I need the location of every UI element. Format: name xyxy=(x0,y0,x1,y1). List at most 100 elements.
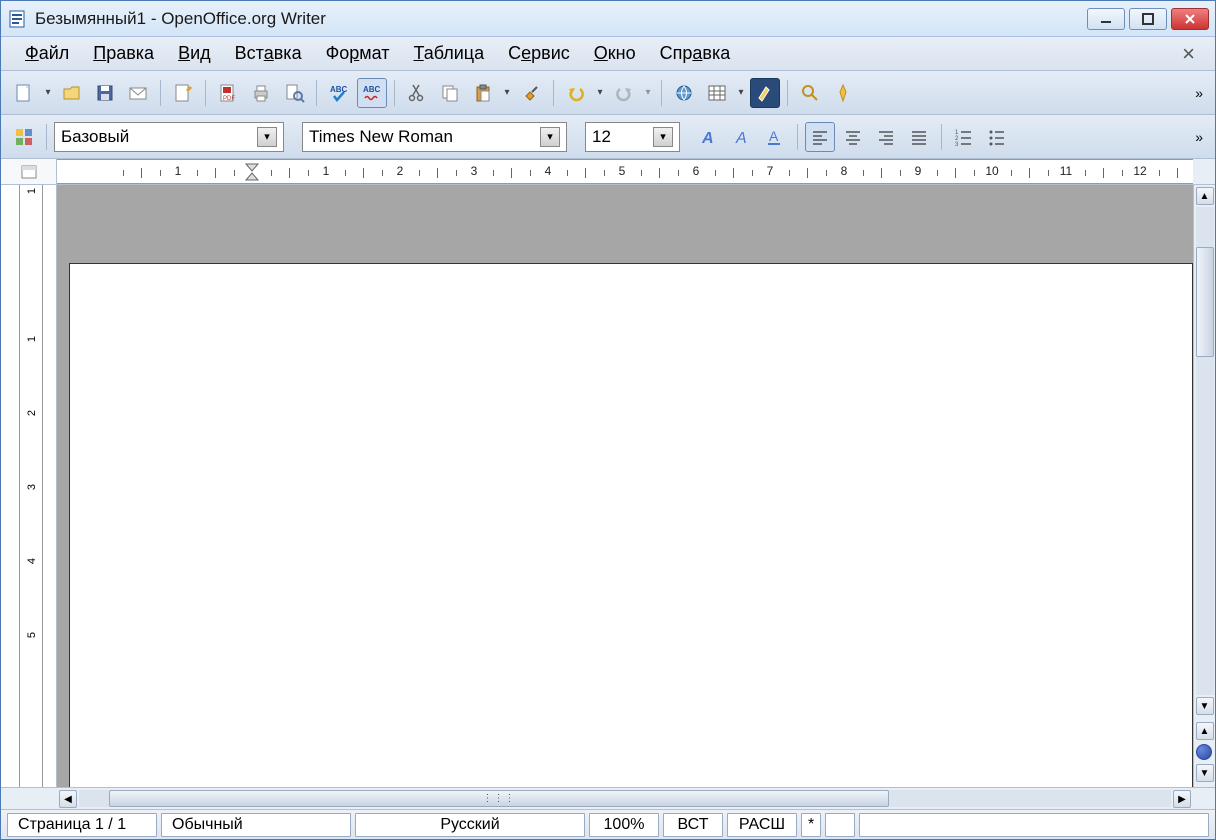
svg-text:A: A xyxy=(701,130,714,147)
undo-button[interactable] xyxy=(561,78,591,108)
scroll-down-button[interactable]: ▼ xyxy=(1196,697,1214,715)
status-page-style[interactable]: Обычный xyxy=(161,813,351,837)
menu-help[interactable]: Справка xyxy=(648,39,743,68)
format-paintbrush-button[interactable] xyxy=(516,78,546,108)
scroll-up-button[interactable]: ▲ xyxy=(1196,187,1214,205)
menu-insert[interactable]: Вставка xyxy=(223,39,314,68)
font-size-value: 12 xyxy=(592,127,647,147)
scroll-left-button[interactable]: ◀ xyxy=(59,790,77,808)
menu-view[interactable]: Вид xyxy=(166,39,223,68)
find-replace-button[interactable] xyxy=(795,78,825,108)
next-page-button[interactable]: ▼ xyxy=(1196,764,1214,782)
auto-spellcheck-button[interactable]: ABC xyxy=(357,78,387,108)
print-preview-button[interactable] xyxy=(279,78,309,108)
export-pdf-button[interactable]: PDF xyxy=(213,78,243,108)
document-viewport[interactable] xyxy=(57,185,1193,787)
hyperlink-button[interactable] xyxy=(669,78,699,108)
status-page[interactable]: Страница 1 / 1 xyxy=(7,813,157,837)
combo-dropdown-button[interactable] xyxy=(653,127,673,147)
save-button[interactable] xyxy=(90,78,120,108)
redo-button[interactable] xyxy=(609,78,639,108)
undo-dropdown[interactable] xyxy=(594,78,606,108)
svg-text:ABC: ABC xyxy=(330,85,348,94)
font-name-combo[interactable]: Times New Roman xyxy=(302,122,567,152)
scroll-track[interactable] xyxy=(1196,207,1214,695)
minimize-button[interactable] xyxy=(1087,8,1125,30)
menu-edit[interactable]: Правка xyxy=(81,39,166,68)
bullet-list-button[interactable] xyxy=(982,122,1012,152)
scroll-right-button[interactable]: ▶ xyxy=(1173,790,1191,808)
spellcheck-button[interactable]: ABC xyxy=(324,78,354,108)
show-drawbar-button[interactable] xyxy=(750,78,780,108)
separator xyxy=(394,80,395,106)
align-left-button[interactable] xyxy=(805,122,835,152)
align-justify-button[interactable] xyxy=(904,122,934,152)
toolbar-overflow[interactable]: » xyxy=(1189,85,1207,101)
menu-file[interactable]: Файл xyxy=(13,39,81,68)
status-info[interactable] xyxy=(859,813,1209,837)
styles-window-button[interactable] xyxy=(9,122,39,152)
align-center-button[interactable] xyxy=(838,122,868,152)
hscroll-track[interactable]: ⋮⋮⋮ xyxy=(79,790,1171,807)
ruler-row: 1123456789101112131415 xyxy=(1,159,1215,185)
copy-button[interactable] xyxy=(435,78,465,108)
scroll-thumb[interactable] xyxy=(1196,247,1214,357)
separator xyxy=(661,80,662,106)
separator xyxy=(553,80,554,106)
svg-text:ABC: ABC xyxy=(363,85,381,94)
redo-dropdown[interactable] xyxy=(642,78,654,108)
formatting-toolbar: Базовый Times New Roman 12 A A A 123 » xyxy=(1,115,1215,159)
vertical-ruler[interactable]: 112345 xyxy=(19,185,43,787)
status-bar: Страница 1 / 1 Обычный Русский 100% ВСТ … xyxy=(1,809,1215,839)
underline-button[interactable]: A xyxy=(760,122,790,152)
status-modified[interactable]: * xyxy=(801,813,821,837)
navigation-target-button[interactable] xyxy=(1196,744,1212,760)
bold-button[interactable]: A xyxy=(694,122,724,152)
font-size-combo[interactable]: 12 xyxy=(585,122,680,152)
email-button[interactable] xyxy=(123,78,153,108)
paste-dropdown[interactable] xyxy=(501,78,513,108)
menu-table[interactable]: Таблица xyxy=(402,39,497,68)
numbered-list-button[interactable]: 123 xyxy=(949,122,979,152)
separator xyxy=(160,80,161,106)
combo-dropdown-button[interactable] xyxy=(540,127,560,147)
ruler-corner xyxy=(1,159,57,184)
print-button[interactable] xyxy=(246,78,276,108)
combo-dropdown-button[interactable] xyxy=(257,127,277,147)
separator xyxy=(205,80,206,106)
status-selection-mode[interactable]: РАСШ xyxy=(727,813,797,837)
status-insert-mode[interactable]: ВСТ xyxy=(663,813,723,837)
document-close-icon[interactable]: × xyxy=(1174,41,1203,67)
menu-window[interactable]: Окно xyxy=(582,39,648,68)
menu-format[interactable]: Формат xyxy=(314,39,402,68)
horizontal-ruler[interactable]: 1123456789101112131415 xyxy=(57,159,1193,184)
table-button[interactable] xyxy=(702,78,732,108)
status-zoom[interactable]: 100% xyxy=(589,813,659,837)
page[interactable] xyxy=(69,263,1193,787)
cut-button[interactable] xyxy=(402,78,432,108)
maximize-button[interactable] xyxy=(1129,8,1167,30)
separator xyxy=(316,80,317,106)
prev-page-button[interactable]: ▲ xyxy=(1196,722,1214,740)
hscroll-thumb[interactable]: ⋮⋮⋮ xyxy=(109,790,889,807)
edit-file-button[interactable] xyxy=(168,78,198,108)
svg-text:3: 3 xyxy=(955,142,959,148)
paragraph-style-value: Базовый xyxy=(61,127,251,147)
close-button[interactable] xyxy=(1171,8,1209,30)
new-dropdown[interactable] xyxy=(42,78,54,108)
table-dropdown[interactable] xyxy=(735,78,747,108)
paragraph-style-combo[interactable]: Базовый xyxy=(54,122,284,152)
new-button[interactable] xyxy=(9,78,39,108)
font-name-value: Times New Roman xyxy=(309,127,534,147)
paste-button[interactable] xyxy=(468,78,498,108)
indent-marker-icon[interactable] xyxy=(245,163,259,184)
app-window: Безымянный1 - OpenOffice.org Writer Файл… xyxy=(0,0,1216,840)
status-signature[interactable] xyxy=(825,813,855,837)
italic-button[interactable]: A xyxy=(727,122,757,152)
open-button[interactable] xyxy=(57,78,87,108)
status-language[interactable]: Русский xyxy=(355,813,585,837)
align-right-button[interactable] xyxy=(871,122,901,152)
navigator-button[interactable] xyxy=(828,78,858,108)
menu-tools[interactable]: Сервис xyxy=(496,39,582,68)
toolbar-overflow[interactable]: » xyxy=(1189,129,1207,145)
